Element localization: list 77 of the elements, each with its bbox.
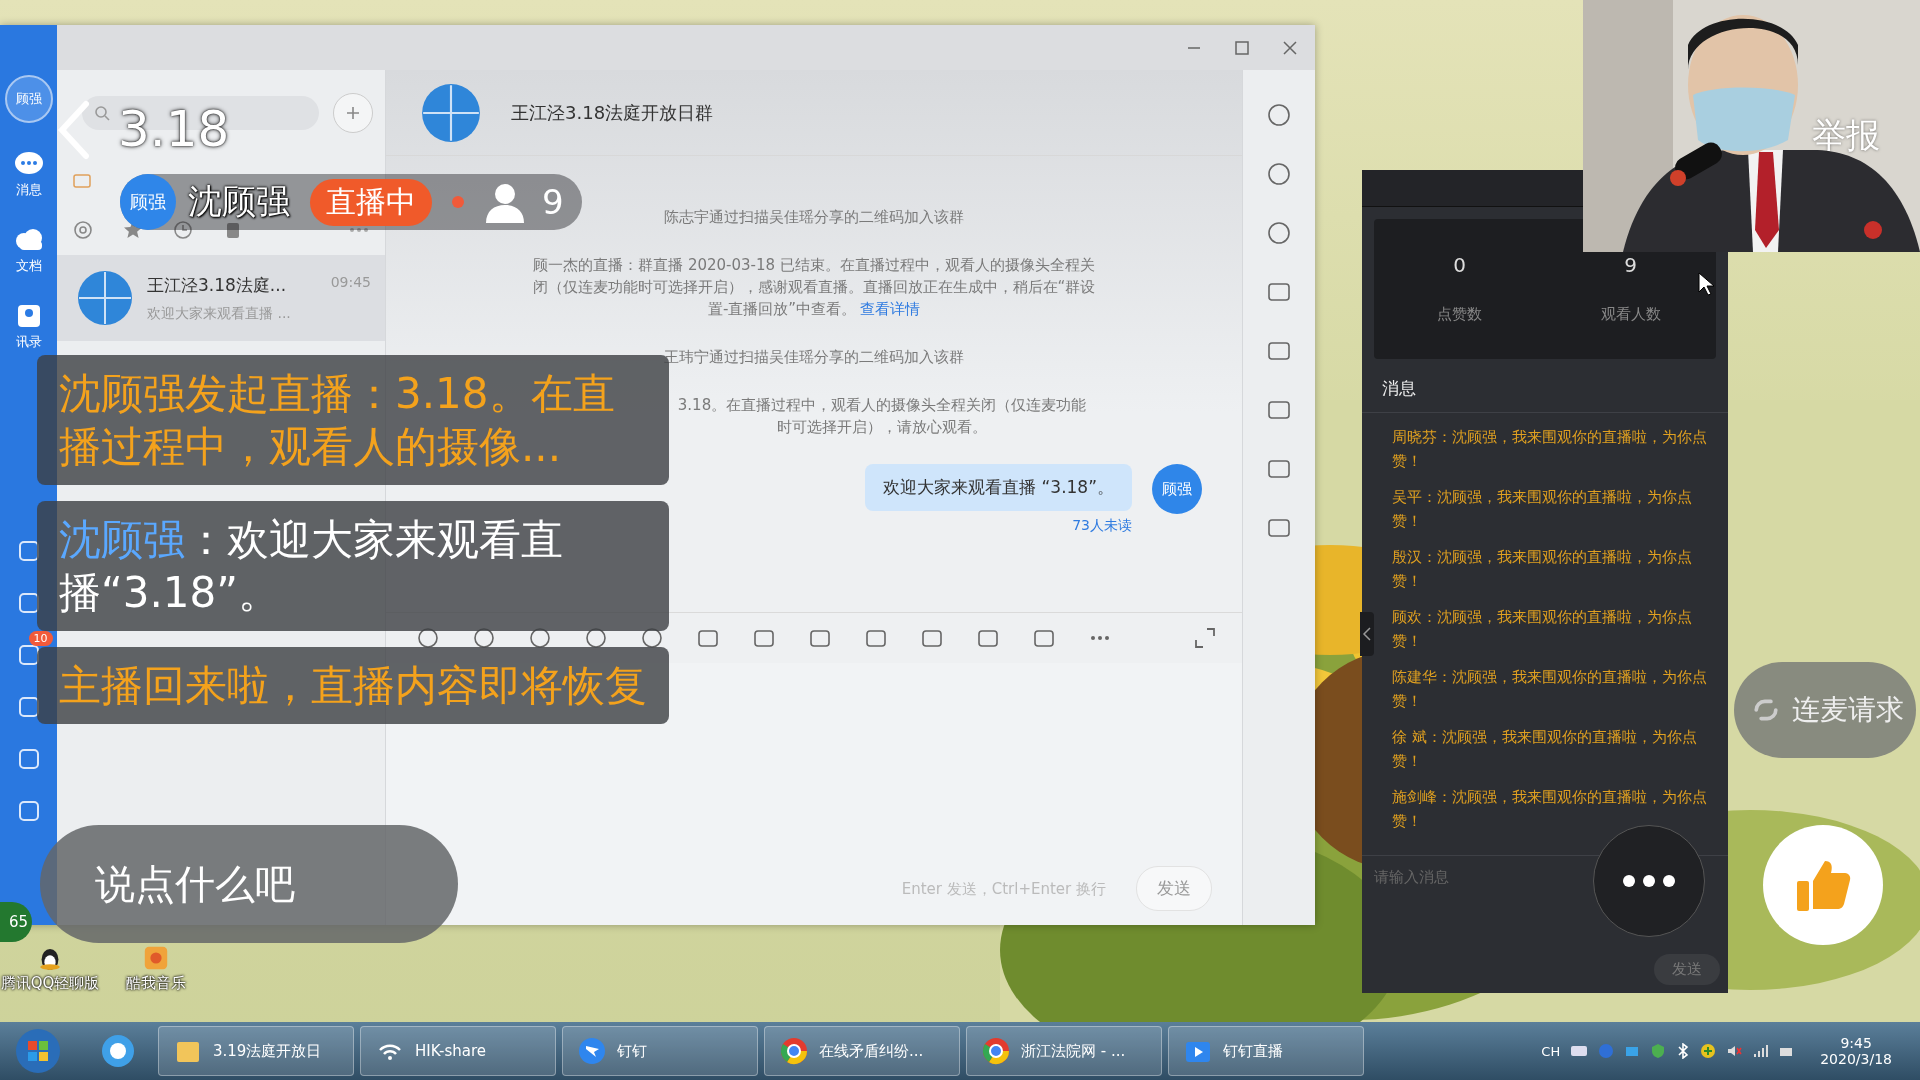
back-icon[interactable]: [56, 100, 92, 160]
browser-icon: [779, 1036, 809, 1066]
host-name: 沈顾强: [188, 180, 290, 223]
chat-message: 殷汉：沈顾强，我来围观你的直播啦，为你点赞！: [1392, 547, 1693, 592]
chevron-left-icon: [1362, 626, 1372, 642]
taskbar-button[interactable]: HIK-share: [360, 1026, 556, 1076]
clock-time[interactable]: 9:45: [1840, 1035, 1872, 1051]
chat-message: 吴平：沈顾强，我来围观你的直播啦，为你点赞！: [1392, 487, 1693, 532]
search-icon: [94, 104, 110, 121]
person-icon: [484, 181, 526, 223]
collapse-tab[interactable]: [1360, 612, 1374, 656]
group-avatar-icon: [77, 270, 133, 326]
system-message: 顾一杰的直播：群直播 2020-03-18 已结束。在直播过程中，观看人的摄像头全程关闭（仅连麦功能时可选择开启），感谢观看直播。直播回放正在生成中，稍后在“群设置-直播回放”中查看。 查看详情: [531, 255, 1097, 320]
clock-date[interactable]: 2020/3/18: [1820, 1051, 1892, 1067]
taskbar-button[interactable]: 在线矛盾纠纷...: [764, 1026, 960, 1076]
shield-icon[interactable]: [1650, 1043, 1667, 1059]
chat-message: 陈建华：沈顾强，我来围观你的直播啦，为你点赞！: [1392, 667, 1708, 712]
section-title: 消息: [1362, 359, 1728, 413]
cloud-icon[interactable]: [13, 227, 44, 253]
live-dot-icon: [452, 196, 464, 208]
paper-plane-icon: [577, 1036, 607, 1066]
send-button[interactable]: 发送: [1654, 954, 1720, 985]
more-icon[interactable]: [349, 227, 369, 233]
stream-title: 3.18: [118, 100, 230, 158]
cursor-icon: [1698, 272, 1714, 296]
close-icon[interactable]: [1281, 38, 1299, 57]
muted-speaker-icon[interactable]: [1726, 1043, 1743, 1059]
user-avatar: 顾强: [1152, 464, 1202, 514]
chat-message: 顾欢：沈顾强，我来围观你的直播啦，为你点赞！: [1392, 607, 1693, 652]
comment-input[interactable]: 说点什么吧: [40, 825, 458, 943]
message-bubble: 欢迎大家来观看直播 “3.18”。: [865, 464, 1132, 511]
nav-label[interactable]: 文档: [15, 257, 42, 275]
live-icon: [73, 172, 91, 188]
taskbar-button[interactable]: 浙江法院网 - ...: [966, 1026, 1162, 1076]
chat-message: 施剑峰：沈顾强，我来围观你的直播啦，为你点赞！: [1392, 787, 1708, 832]
taskbar-button[interactable]: 3.19法庭开放日: [158, 1026, 354, 1076]
chat-time: 09:45: [330, 273, 371, 292]
viewer-count: 9: [1624, 253, 1637, 277]
nav-label[interactable]: 消息: [15, 181, 42, 199]
chat-title: 王江泾3.18法庭...: [147, 273, 287, 297]
chat-title: 王江泾3.18法庭开放日群: [511, 100, 714, 125]
plus-icon: [345, 104, 361, 121]
chat-message: 周晓芬：沈顾强，我来围观你的直播啦，为你点赞！: [1392, 427, 1708, 472]
signal-icon[interactable]: [1752, 1043, 1769, 1059]
chat-message: 徐 斌：沈顾强，我来围观你的直播啦，为你点赞！: [1392, 727, 1698, 772]
keyboard-icon[interactable]: [1570, 1045, 1589, 1057]
chat-list-item[interactable]: 王江泾3.18法庭... 09:45 欢迎大家来观看直播 ...: [57, 255, 385, 341]
read-receipt[interactable]: 73人未读: [1072, 517, 1132, 535]
stat-label: 点赞数: [1437, 305, 1482, 324]
live-comment: 主播回来啦，直播内容即将恢复: [37, 647, 669, 724]
maximize-icon[interactable]: [1233, 38, 1251, 57]
taskbar-button[interactable]: 钉钉: [562, 1026, 758, 1076]
plus-icon[interactable]: [1700, 1043, 1717, 1059]
system-message: 3.18。在直播过程中，观看人的摄像头全程关闭（仅连麦功能时可选择开启），请放心观看。: [676, 395, 1088, 438]
taskbar-button[interactable]: 钉钉直播: [1168, 1026, 1364, 1076]
chat-preview: 欢迎大家来观看直播 ...: [147, 304, 292, 323]
language-indicator[interactable]: CH: [1541, 1043, 1561, 1059]
live-comment: 沈顾强：欢迎大家来观看直播“3.18”。: [37, 501, 669, 631]
add-button[interactable]: [333, 92, 373, 133]
group-avatar-icon: [421, 82, 481, 143]
browser-icon: [981, 1036, 1011, 1066]
stat-label: 观看人数: [1600, 305, 1661, 324]
expand-icon[interactable]: [1193, 626, 1217, 650]
notification-badge: 65: [0, 902, 32, 942]
bluetooth-icon[interactable]: [1676, 1043, 1691, 1059]
like-count: 0: [1453, 253, 1466, 277]
user-avatar[interactable]: 顾强: [4, 75, 53, 123]
start-icon[interactable]: [14, 1027, 62, 1075]
send-button[interactable]: 发送: [1136, 866, 1212, 911]
system-message: 陈志宇通过扫描吴佳瑶分享的二维码加入该群: [663, 207, 965, 228]
more-icon: [1621, 874, 1677, 888]
input-hint: Enter 发送，Ctrl+Enter 换行: [901, 880, 1106, 899]
viewer-count: 9: [542, 182, 564, 222]
live-comment: 沈顾强发起直播：3.18。在直播过程中，观看人的摄像...: [37, 355, 669, 485]
count-badge: 10: [28, 631, 53, 646]
nav-label[interactable]: 讯录: [15, 333, 42, 351]
details-link[interactable]: 查看详情: [860, 300, 921, 318]
